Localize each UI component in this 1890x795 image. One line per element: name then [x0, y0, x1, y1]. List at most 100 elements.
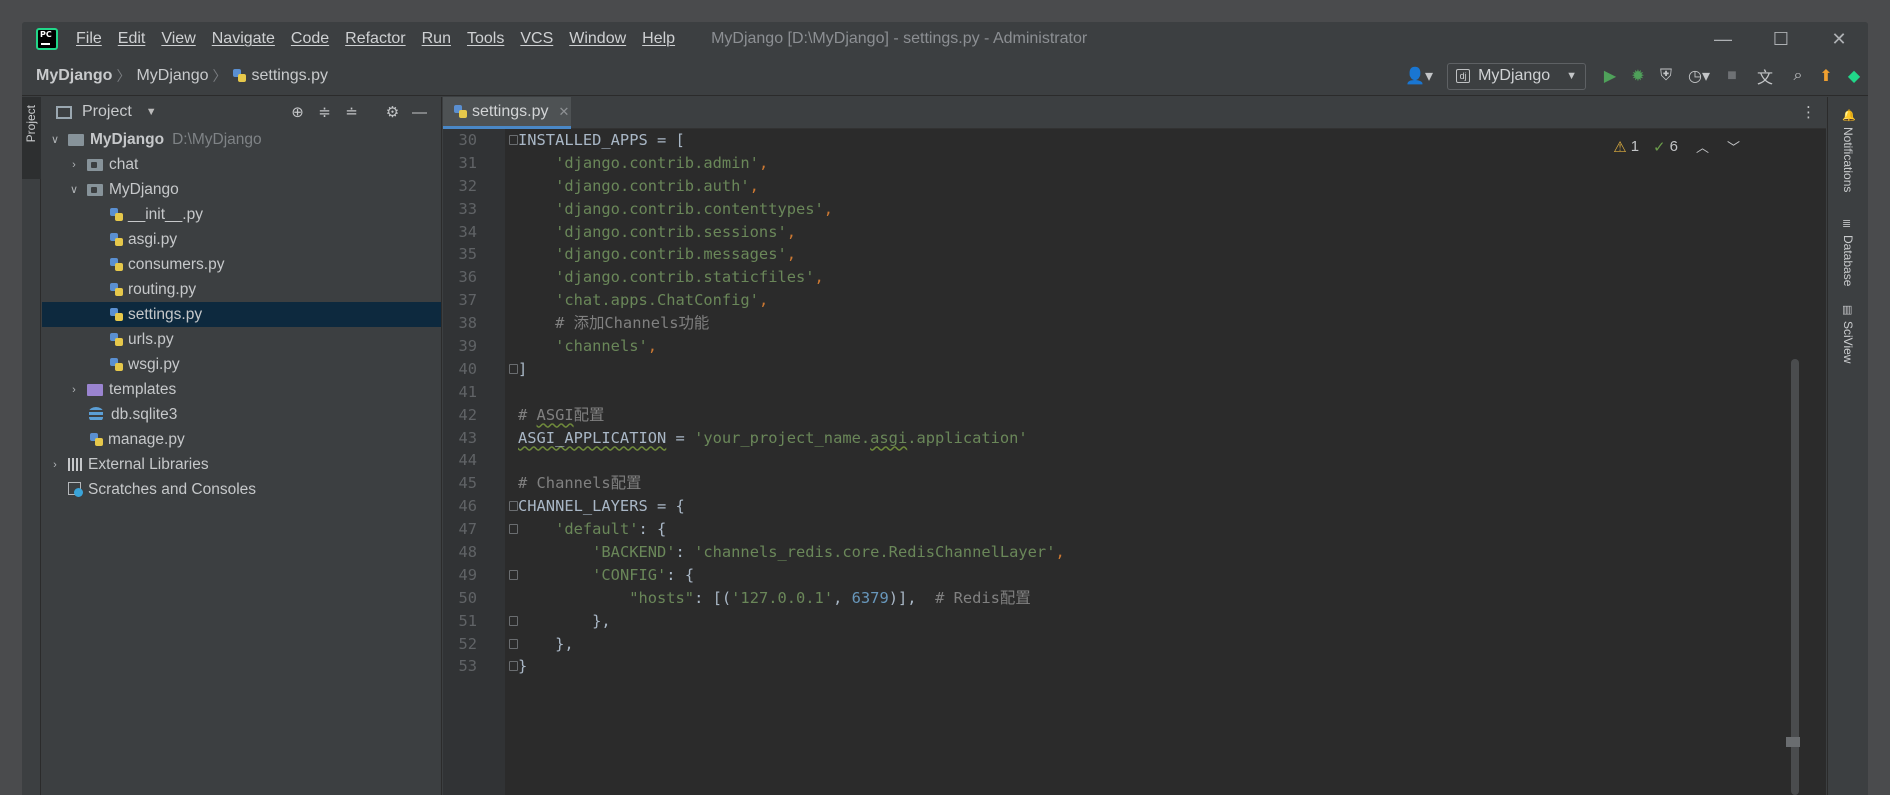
- menu-window[interactable]: Window: [569, 30, 626, 48]
- tree-item-init[interactable]: __init__.py: [42, 202, 441, 227]
- line-number: 33: [458, 199, 477, 218]
- tree-item-label: manage.py: [108, 430, 185, 448]
- tree-item-wsgi[interactable]: wsgi.py: [42, 352, 441, 377]
- fold-icon[interactable]: [509, 135, 518, 145]
- line-number: 45: [458, 474, 477, 493]
- tree-item-label: wsgi.py: [128, 355, 180, 373]
- chevron-down-icon[interactable]: ∨: [48, 133, 62, 146]
- chevron-down-icon[interactable]: ∨: [67, 183, 81, 196]
- title-bar: PC File Edit View Navigate Code Refactor…: [22, 22, 1868, 56]
- fold-icon[interactable]: [509, 615, 518, 626]
- code-line: ]: [518, 359, 528, 378]
- project-tool-tab[interactable]: Project: [22, 97, 41, 179]
- locate-file-icon[interactable]: ⊕: [284, 103, 311, 121]
- previous-problem-icon[interactable]: ︿: [1696, 137, 1709, 156]
- stop-icon[interactable]: ■: [1718, 67, 1746, 85]
- project-panel-tools: ⊕ ≑ ≐ ⚙ —: [284, 97, 433, 127]
- hide-icon[interactable]: —: [406, 104, 433, 121]
- code-line: 'django.contrib.sessions',: [555, 222, 797, 241]
- window-controls: — ☐ ✕: [1694, 22, 1868, 56]
- gear-icon[interactable]: ⚙: [379, 103, 406, 121]
- fold-icon[interactable]: [509, 501, 518, 512]
- breadcrumb-package[interactable]: MyDjango: [136, 67, 208, 85]
- project-tree: ∨ MyDjango D:\MyDjango › chat ∨ MyDjango…: [42, 127, 441, 502]
- database-file-icon: [89, 407, 103, 422]
- tree-item-manage[interactable]: manage.py: [42, 427, 441, 452]
- line-number: 34: [458, 222, 477, 241]
- menu-tools[interactable]: Tools: [467, 30, 504, 48]
- search-icon[interactable]: ⌕: [1784, 67, 1812, 85]
- python-file-icon: [232, 68, 247, 83]
- plugin-icon[interactable]: ◆: [1840, 66, 1868, 86]
- inspection-widget[interactable]: ⚠ 1 ✓ 6 ︿ ﹀: [1613, 137, 1740, 156]
- menu-edit[interactable]: Edit: [118, 30, 146, 48]
- more-options-icon[interactable]: ⋮: [1801, 103, 1816, 121]
- tree-item-mydjango-package[interactable]: ∨ MyDjango: [42, 177, 441, 202]
- code-line: 'channels',: [555, 337, 658, 356]
- account-icon[interactable]: 👤▾: [1401, 66, 1437, 86]
- run-configuration-selector[interactable]: dj MyDjango ▼: [1447, 62, 1586, 90]
- maximize-button[interactable]: ☐: [1752, 22, 1810, 56]
- code-area[interactable]: 30 INSTALLED_APPS = [ 31 'django.contrib.…: [443, 129, 1826, 795]
- menu-bar: File Edit View Navigate Code Refactor Ru…: [76, 30, 691, 48]
- line-number: 40: [458, 359, 477, 378]
- collapse-all-icon[interactable]: ≐: [338, 103, 365, 121]
- tree-item-project-root[interactable]: ∨ MyDjango D:\MyDjango: [42, 127, 441, 152]
- tree-item-templates[interactable]: › templates: [42, 377, 441, 402]
- editor-tab-settings[interactable]: settings.py ✕: [443, 97, 571, 129]
- fold-icon[interactable]: [509, 661, 518, 672]
- tree-item-settings[interactable]: settings.py: [42, 302, 441, 327]
- menu-vcs[interactable]: VCS: [520, 30, 553, 48]
- database-tool-tab[interactable]: Database: [1841, 235, 1855, 286]
- next-problem-icon[interactable]: ﹀: [1727, 137, 1740, 156]
- tree-item-asgi[interactable]: asgi.py: [42, 227, 441, 252]
- line-number: 41: [458, 382, 477, 401]
- code-line: 'chat.apps.ChatConfig',: [555, 291, 769, 310]
- debug-icon[interactable]: ✹: [1624, 66, 1652, 86]
- chevron-right-icon[interactable]: ›: [67, 159, 81, 171]
- run-icon[interactable]: ▶: [1596, 66, 1624, 86]
- window-title: MyDjango [D:\MyDjango] - settings.py - A…: [711, 30, 1088, 47]
- chevron-right-icon[interactable]: ›: [67, 384, 81, 396]
- code-line: 'django.contrib.staticfiles',: [555, 268, 824, 287]
- menu-navigate[interactable]: Navigate: [212, 30, 275, 48]
- tree-item-chat[interactable]: › chat: [42, 152, 441, 177]
- line-number: 31: [458, 153, 477, 172]
- tree-item-db-sqlite3[interactable]: db.sqlite3: [42, 402, 441, 427]
- fold-icon[interactable]: [509, 638, 518, 649]
- menu-file[interactable]: File: [76, 30, 102, 48]
- tree-item-scratches[interactable]: Scratches and Consoles: [42, 477, 441, 502]
- close-tab-icon[interactable]: ✕: [558, 104, 569, 120]
- notifications-tool-tab[interactable]: Notifications: [1841, 127, 1855, 192]
- update-icon[interactable]: ⬆: [1812, 66, 1840, 86]
- sciview-tool-tab[interactable]: SciView: [1841, 321, 1855, 363]
- project-view-selector[interactable]: Project: [82, 103, 132, 121]
- menu-code[interactable]: Code: [291, 30, 329, 48]
- menu-view[interactable]: View: [161, 30, 195, 48]
- coverage-icon[interactable]: ⛨: [1652, 67, 1680, 85]
- profile-icon[interactable]: ◷▾: [1680, 66, 1718, 86]
- minimize-button[interactable]: —: [1694, 22, 1752, 56]
- expand-all-icon[interactable]: ≑: [311, 103, 338, 121]
- breadcrumb-file[interactable]: settings.py: [251, 67, 327, 85]
- tree-item-consumers[interactable]: consumers.py: [42, 252, 441, 277]
- tree-item-urls[interactable]: urls.py: [42, 327, 441, 352]
- chevron-right-icon[interactable]: ›: [48, 459, 62, 471]
- tree-item-routing[interactable]: routing.py: [42, 277, 441, 302]
- tree-item-external-libraries[interactable]: › External Libraries: [42, 452, 441, 477]
- line-number: 42: [458, 405, 477, 424]
- fold-icon[interactable]: [509, 524, 518, 535]
- chevron-down-icon[interactable]: ▼: [146, 106, 157, 118]
- menu-help[interactable]: Help: [642, 30, 675, 48]
- menu-run[interactable]: Run: [422, 30, 451, 48]
- breadcrumb-project[interactable]: MyDjango: [36, 67, 112, 85]
- vertical-scrollbar[interactable]: [1791, 359, 1799, 795]
- translate-icon[interactable]: 文: [1746, 64, 1784, 88]
- fold-icon[interactable]: [509, 363, 518, 374]
- tree-item-label: MyDjango: [90, 130, 165, 148]
- menu-refactor[interactable]: Refactor: [345, 30, 405, 48]
- fold-icon[interactable]: [509, 569, 518, 580]
- python-file-icon: [109, 257, 124, 272]
- close-window-button[interactable]: ✕: [1810, 22, 1868, 56]
- code-line: # Channels配置: [518, 474, 642, 493]
